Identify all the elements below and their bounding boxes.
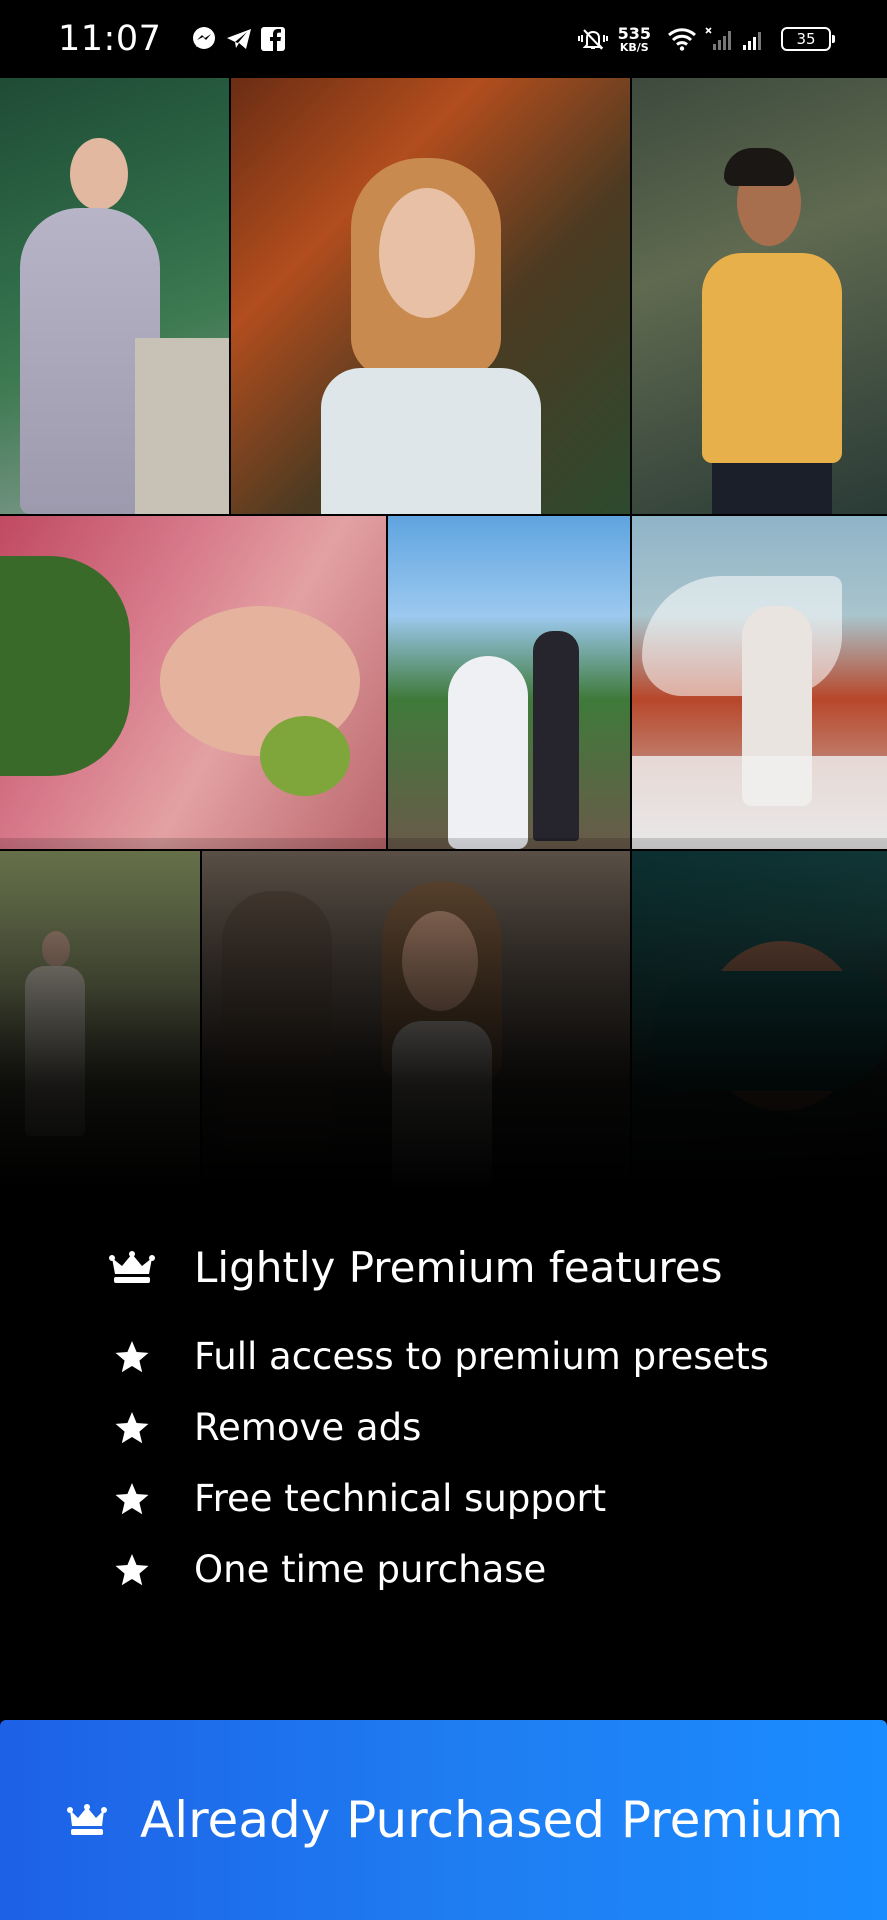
feature-text: Remove ads — [194, 1406, 422, 1449]
features-header: Lightly Premium features — [0, 1225, 887, 1309]
status-bar: 11:07 535 KB/S 35 — [0, 0, 887, 78]
preview-photo-autumn-portrait — [231, 78, 630, 514]
feature-item: Remove ads — [0, 1392, 887, 1463]
feature-text: Free technical support — [194, 1477, 607, 1520]
signal-icon-sim2 — [741, 27, 767, 51]
feature-text: Full access to premium presets — [194, 1335, 770, 1378]
features-title: Lightly Premium features — [194, 1242, 723, 1292]
preview-photo-floral-beauty — [0, 516, 386, 849]
preview-photo-wedding-couple — [388, 516, 630, 849]
preview-photo-mirror-portrait — [202, 851, 630, 1190]
network-speed-value: 535 — [617, 23, 651, 43]
signal-icon-sim1 — [705, 27, 733, 51]
already-purchased-premium-button[interactable]: Already Purchased Premium — [0, 1720, 887, 1920]
star-icon — [106, 1553, 158, 1587]
status-time: 11:07 — [58, 19, 162, 59]
preview-photo-veil-bride — [632, 516, 887, 849]
mute-icon — [576, 27, 610, 51]
status-bar-left: 11:07 — [58, 19, 286, 59]
telegram-icon — [225, 27, 253, 51]
feature-item: Full access to premium presets — [0, 1321, 887, 1392]
preview-photo-courtyard-dress — [0, 851, 200, 1190]
messenger-icon — [191, 26, 217, 52]
star-icon — [106, 1411, 158, 1445]
battery-icon: 35 — [781, 27, 835, 51]
feature-text: One time purchase — [194, 1548, 547, 1591]
preview-photo-mustard-top — [632, 78, 887, 514]
network-speed: 535 KB/S — [617, 23, 651, 54]
preview-photo-monstera-leaf — [632, 851, 887, 1190]
facebook-icon — [261, 27, 286, 51]
wifi-icon — [667, 27, 697, 51]
preview-photo-garden-gown — [0, 78, 229, 514]
crown-icon — [106, 1250, 158, 1284]
star-icon — [106, 1340, 158, 1374]
features-list: Full access to premium presets Remove ad… — [0, 1321, 887, 1605]
premium-features: Lightly Premium features Full access to … — [0, 1225, 887, 1605]
crown-icon — [66, 1804, 108, 1836]
battery-level: 35 — [796, 30, 816, 48]
already-purchased-premium-label: Already Purchased Premium — [140, 1791, 844, 1849]
star-icon — [106, 1482, 158, 1516]
status-bar-right: 535 KB/S 35 — [568, 23, 835, 54]
preset-preview-mosaic — [0, 78, 887, 1190]
network-speed-unit: KB/S — [619, 40, 649, 54]
feature-item: One time purchase — [0, 1534, 887, 1605]
feature-item: Free technical support — [0, 1463, 887, 1534]
